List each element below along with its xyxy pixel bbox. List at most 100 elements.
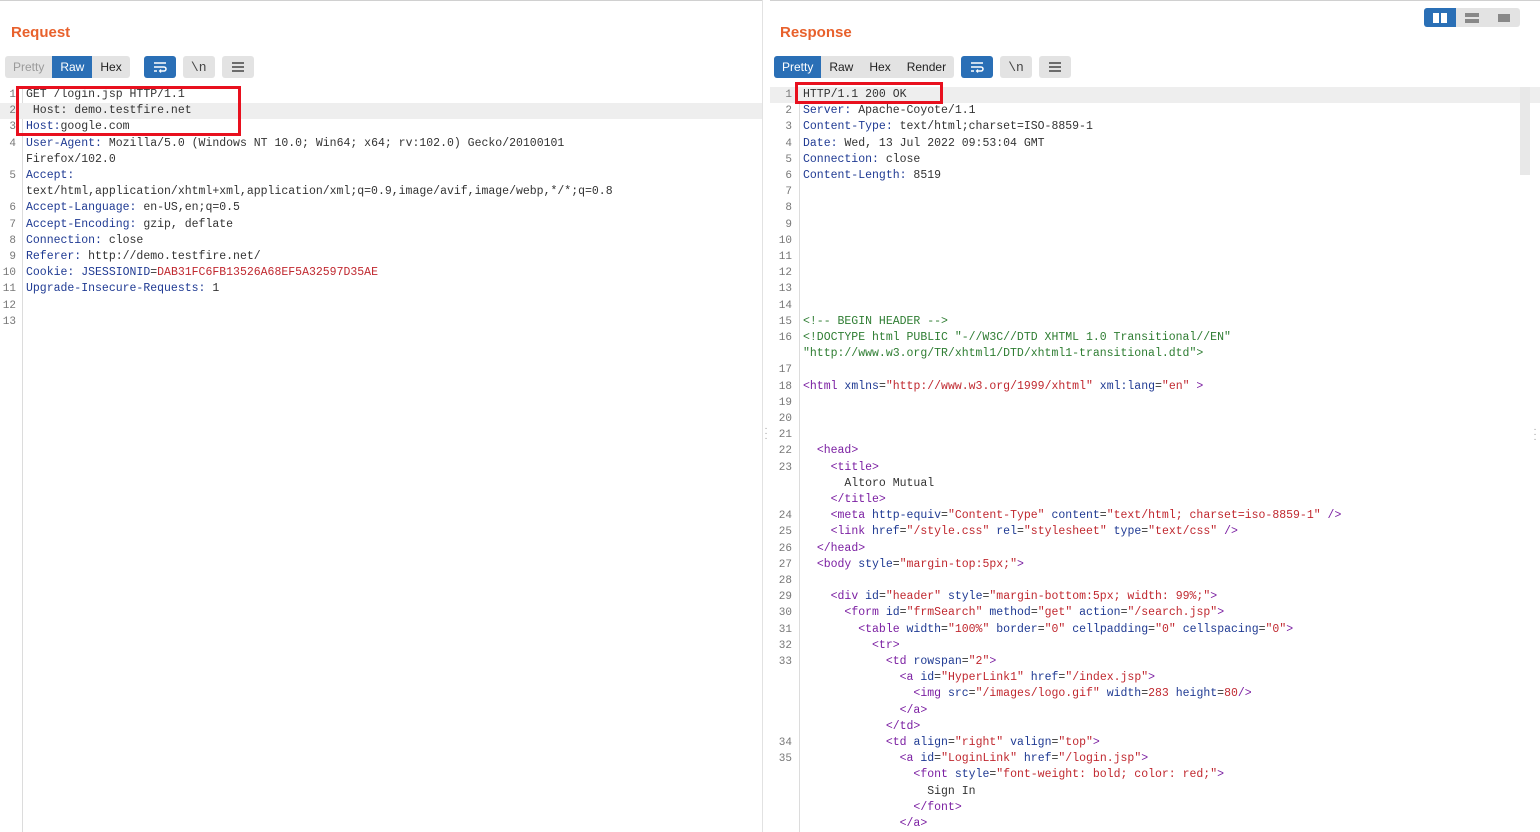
code-line: 10 [770,233,1540,249]
code-line: 9 Referer: http://demo.testfire.net/ [0,249,762,265]
wrap-lines-button[interactable] [961,56,994,78]
line-text: Date: Wed, 13 Jul 2022 09:53:04 GMT [803,136,1045,150]
line-text: <tr> [872,638,900,652]
line-text: <td rowspan="2"> [885,655,997,668]
code-line: 23 <title> [770,460,1540,476]
line-number: 33 [778,656,792,668]
line-text: <img src="/images/logo.gif" width=283 he… [913,687,1252,701]
code-line: 11 Upgrade-Insecure-Requests: 1 [0,281,762,297]
request-pane: Request Pretty Raw Hex \n 1 GET /login.js… [0,0,762,832]
line-number: 8 [785,202,792,215]
code-line: 13 [0,314,762,330]
code-line: text/html,application/xhtml+xml,applicat… [0,184,762,200]
code-line: 30 <form id="frmSearch" method="get" act… [770,605,1540,621]
line-text: Accept-Encoding: gzip, deflate [26,217,234,231]
single-pane-button[interactable] [1488,8,1520,27]
request-editor[interactable]: 1 GET /login.jsp HTTP/1.1 2 Host: demo.tes… [0,87,762,832]
line-text: Sign In [803,784,976,798]
response-title: Response [780,24,852,41]
line-number: 3 [785,121,792,134]
line-text: Content-Type: text/html;charset=ISO-8859… [803,120,1093,134]
response-scrollbar[interactable] [1520,87,1530,175]
code-line: 11 [770,249,1540,265]
code-line: 6 Accept-Language: en-US,en;q=0.5 [0,200,762,216]
line-number: 13 [2,315,16,328]
line-text: </title> [830,493,886,506]
tab-render[interactable]: Render [899,56,954,78]
line-number: 22 [778,445,792,458]
menu-icon [1049,62,1062,72]
newline-button[interactable]: \n [182,56,215,78]
code-line: 7 Accept-Encoding: gzip, deflate [0,217,762,233]
line-text: Accept-Language: en-US,en;q=0.5 [26,201,240,215]
line-number: 25 [778,526,792,539]
line-text: GET /login.jsp HTTP/1.1 [26,88,185,101]
code-line: 16 <!DOCTYPE html PUBLIC "-//W3C//DTD XHT… [770,330,1540,346]
code-line: <a id="HyperLink1" href="/index.jsp"> [770,670,1540,686]
line-text: User-Agent: Mozilla/5.0 (Windows NT 10.0… [26,136,565,150]
line-number: 13 [778,283,792,296]
code-line: 18 <html xmlns="http://www.w3.org/1999/xh… [770,379,1540,395]
line-text: <a id="LoginLink" href="/login.jsp"> [899,752,1149,766]
tab-raw[interactable]: Raw [52,56,93,78]
wrap-lines-button[interactable] [143,56,176,78]
code-line: 34 <td align="right" valign="top"> [770,735,1540,751]
line-text: <font style="font-weight: bold; color: r… [913,768,1225,782]
code-line: 5 Accept: [0,168,762,184]
response-editor[interactable]: 1 HTTP/1.1 200 OK 2 Server: Apache-Coyote/1… [770,87,1540,832]
code-line: 1 GET /login.jsp HTTP/1.1 [0,87,762,103]
code-line: 2 Host: demo.testfire.net [0,103,762,120]
line-number: 20 [778,413,792,425]
newline-button[interactable]: \n [1000,56,1033,78]
code-line: 31 <table width="100%" border="0" cellpa… [770,622,1540,638]
code-line: </td> [770,719,1540,735]
tab-hex[interactable]: Hex [861,56,898,78]
code-line: 3 Host:google.com [0,119,762,135]
tab-pretty[interactable]: Pretty [5,56,52,78]
code-line: 27 <body style="margin-top:5px;"> [770,557,1540,573]
tab-raw[interactable]: Raw [821,56,861,78]
menu-button[interactable] [1039,56,1072,78]
code-line: 32 <tr> [770,638,1540,654]
line-text: Altoro Mutual [803,476,935,490]
code-line: 25 <link href="/style.css" rel="styleshe… [770,524,1540,540]
line-text: Referer: http://demo.testfire.net/ [26,250,261,263]
code-line: <font style="font-weight: bold; color: r… [770,767,1540,783]
request-title: Request [11,24,71,41]
line-number: 24 [778,510,792,523]
line-number: 26 [778,542,792,555]
stacked-button[interactable] [1456,8,1488,27]
tab-pretty[interactable]: Pretty [774,56,822,78]
line-text: Server: Apache-Coyote/1.1 [803,104,976,118]
line-number: 8 [9,234,16,247]
line-number: 10 [778,234,792,247]
pane-splitter[interactable]: · · · [762,0,770,832]
code-line: 1 HTTP/1.1 200 OK [770,87,1540,103]
side-by-side-button[interactable] [1424,8,1456,27]
menu-button[interactable] [221,56,254,78]
code-line: 5 Connection: close [770,152,1540,168]
code-line: 9 [770,217,1540,233]
line-text: Connection: close [26,233,144,247]
tab-hex[interactable]: Hex [92,56,129,78]
side-by-side-icon [1433,12,1447,23]
line-text: </a> [899,817,928,830]
line-number: 11 [2,283,16,296]
line-number: 1 [9,89,16,101]
newline-icon: \n [1008,59,1024,75]
line-text: <html xmlns="http://www.w3.org/1999/xhtm… [803,379,1204,393]
line-text: <td align="right" valign="top"> [885,736,1100,749]
line-text: </font> [913,800,962,814]
code-line: Sign In [770,784,1540,800]
line-number: 2 [785,105,792,118]
response-pane: Response Pretty Raw Hex Render \n 1 HTTP/… [770,0,1540,832]
code-line: </a> [770,703,1540,719]
line-text: </a> [899,703,928,717]
code-line: 15 <!-- BEGIN HEADER --> [770,314,1540,330]
code-line: </font> [770,800,1540,816]
line-text: Host:google.com [26,120,130,134]
line-number: 18 [778,380,792,393]
line-number: 4 [785,137,792,150]
line-text: <form id="frmSearch" method="get" action… [844,606,1225,620]
line-text: <link href="/style.css" rel="stylesheet"… [830,525,1238,539]
